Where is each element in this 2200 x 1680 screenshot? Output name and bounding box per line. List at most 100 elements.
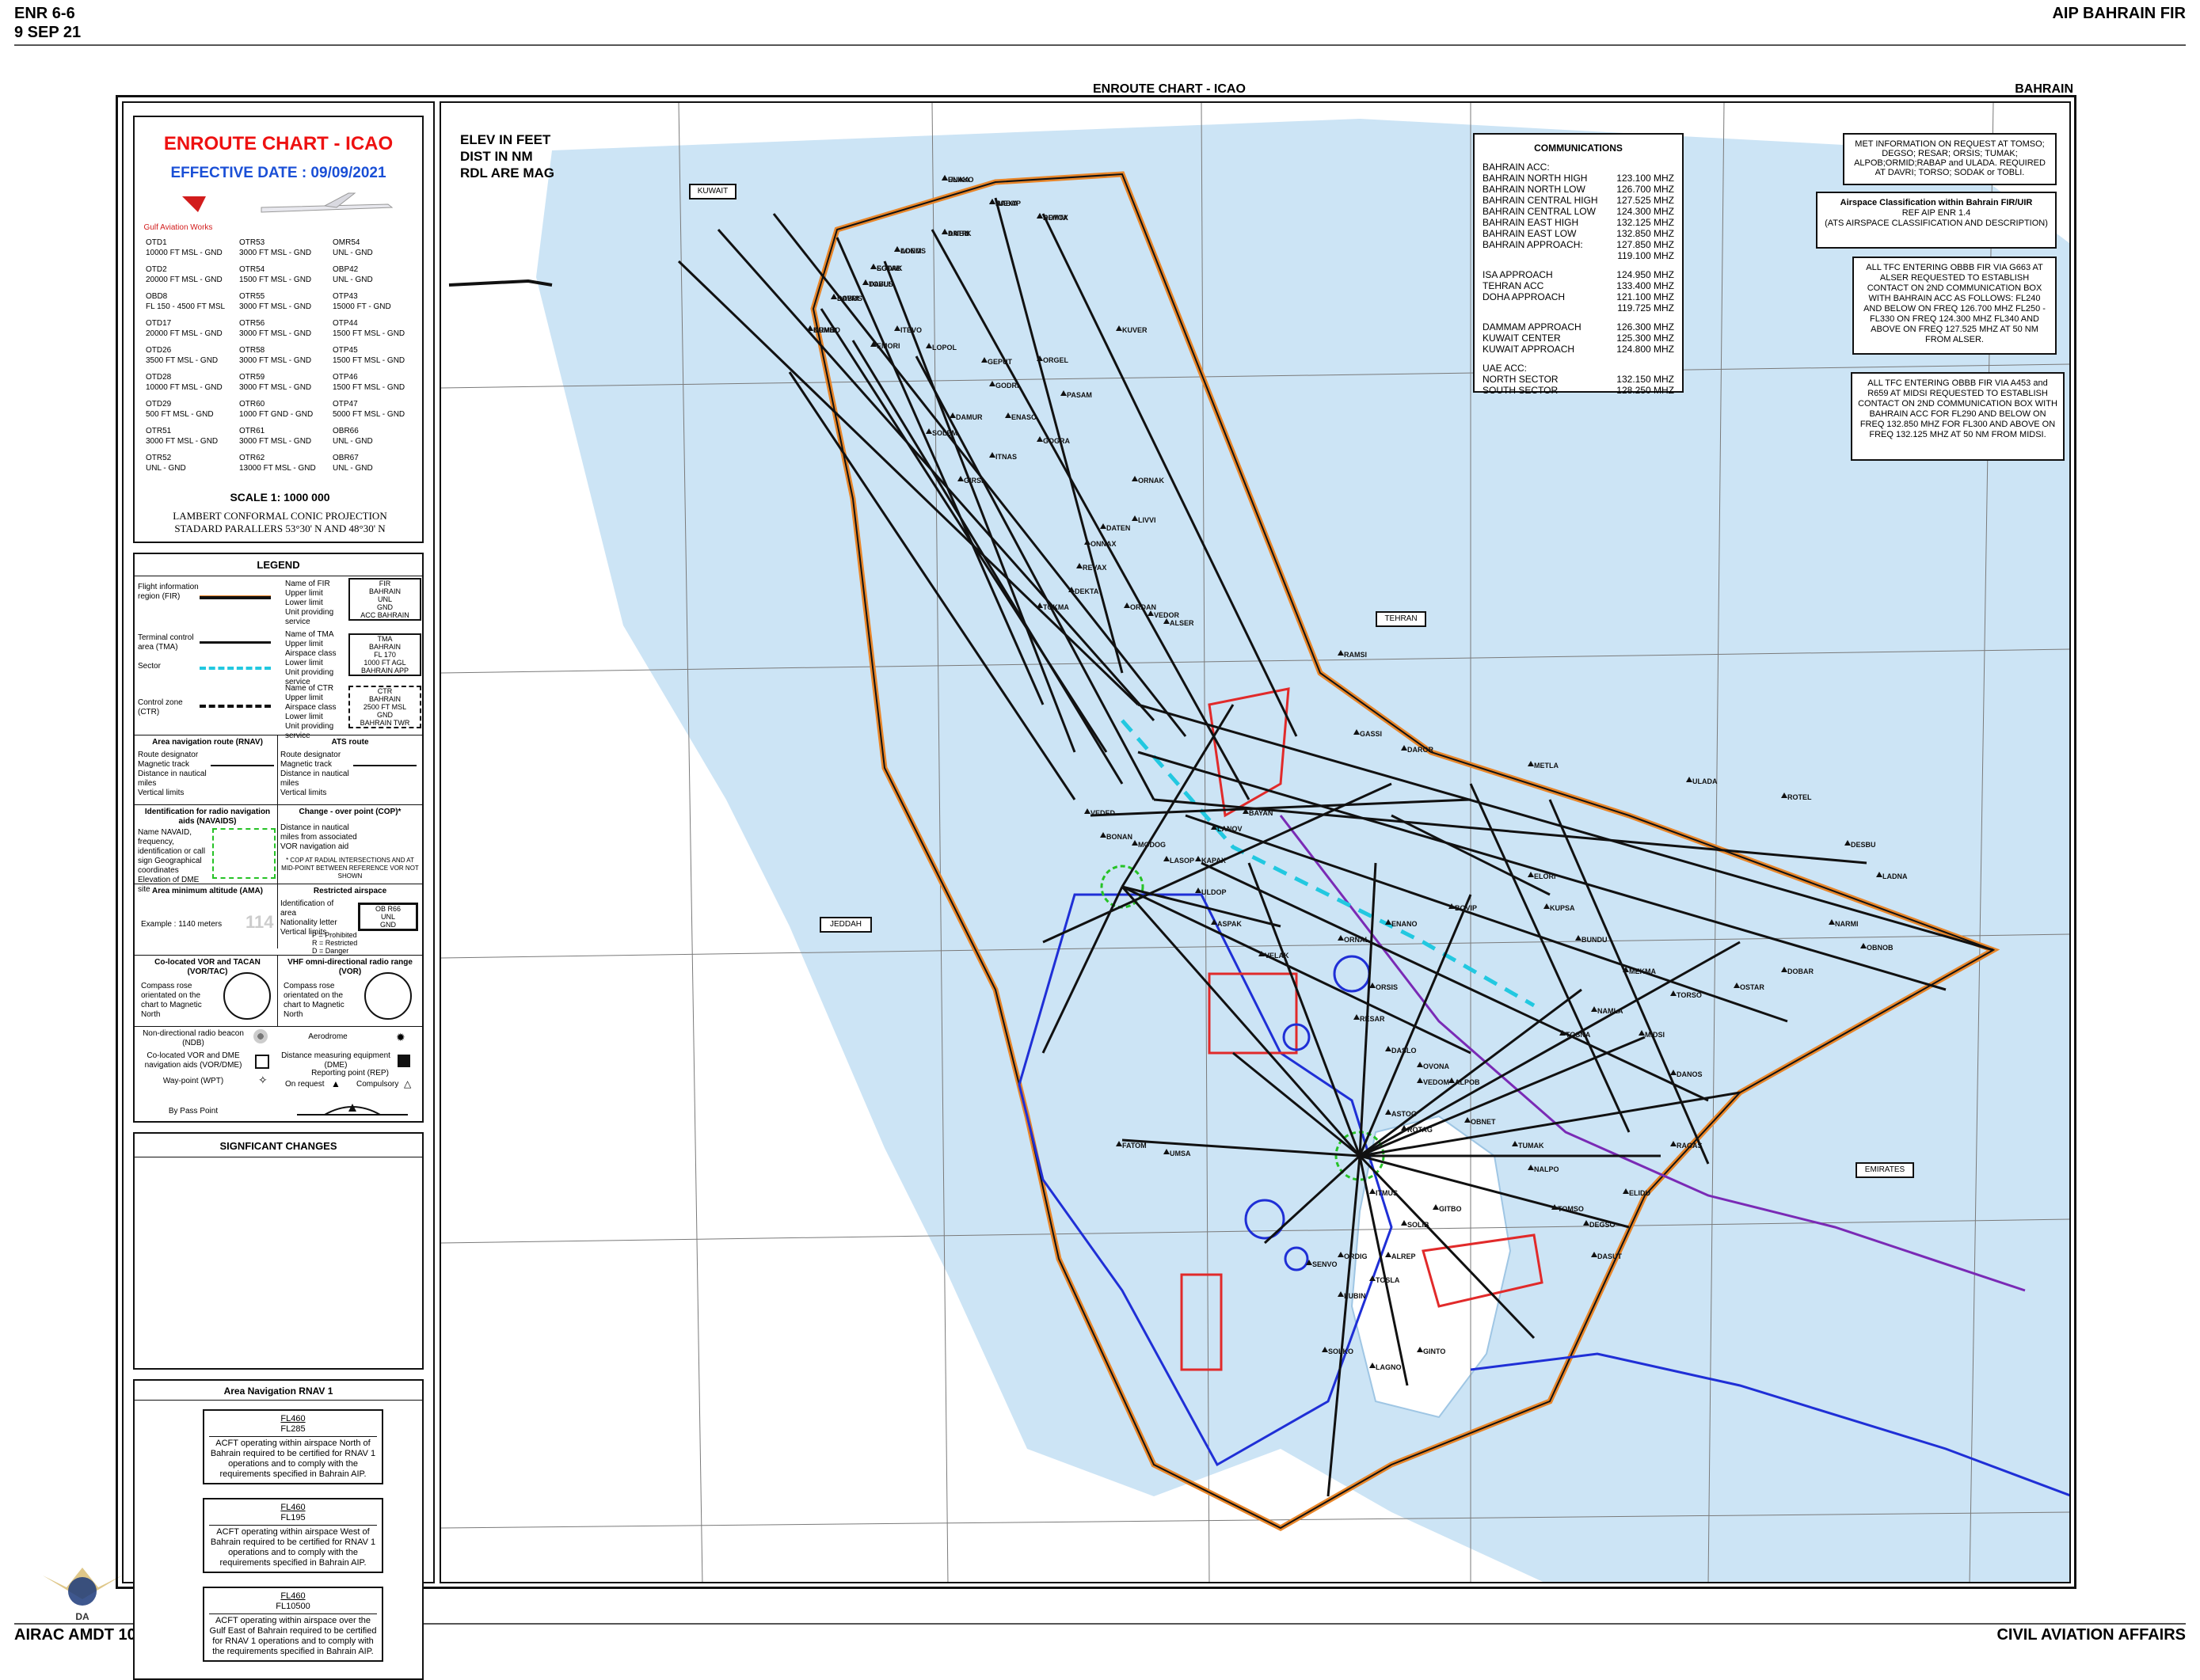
tma-line-icon — [200, 641, 271, 644]
waypoint-label: PASAM — [1067, 391, 1092, 399]
comms-row: BAHRAIN NORTH LOW 126.700 MHZ — [1483, 184, 1674, 195]
restricted-area-id: OTR55 — [239, 292, 265, 301]
waypoint-label: VEDOR — [1154, 611, 1180, 619]
comms-frequency: 127.850 MHZ — [1616, 239, 1674, 250]
legend-ama: Area minimum altitude (AMA) — [151, 887, 263, 895]
legend-ctr-sample: CTR BAHRAIN 2500 FT MSL GND BAHRAIN TWR — [348, 686, 421, 728]
dme-icon — [398, 1055, 410, 1067]
waypoint-label: NALPO — [1534, 1165, 1559, 1173]
comms-unit: BAHRAIN NORTH HIGH — [1483, 173, 1588, 184]
enroute-map[interactable]: ENAKO RABAP ROTOX AMBIK LONOS EGTAB DAVUS SOBUS… — [440, 101, 2071, 1583]
restricted-area-id: OTP47 — [333, 400, 358, 409]
waypoint-label: GASSI — [1360, 730, 1382, 738]
legend-ctr-desc: Name of CTR Upper limit Airspace class L… — [285, 684, 337, 740]
waypoint-label: ULDOP — [1201, 888, 1227, 896]
on-request-triangle-icon: ▲ — [331, 1078, 341, 1089]
restricted-area-limits: UNL - GND — [146, 464, 186, 473]
waypoint-label: ROTEL — [1787, 793, 1812, 801]
ats-route-line-icon — [353, 765, 417, 766]
tehran-fir-label: TEHRAN — [1376, 611, 1426, 627]
waypoint-label: ENASO — [1011, 413, 1037, 421]
comms-row: BAHRAIN EAST LOW 132.850 MHZ — [1483, 228, 1674, 239]
comms-row: 119.725 MHZ — [1483, 302, 1674, 314]
legend-tma-label: Terminal control area (TMA) — [138, 633, 194, 652]
legend-ats-desc: Route designator Magnetic track Distance… — [280, 751, 349, 797]
comms-group-name: BAHRAIN ACC: — [1483, 162, 1550, 173]
restricted-area-id: OTD1 — [146, 238, 167, 247]
comms-unit: TEHRAN ACC — [1483, 280, 1544, 291]
significant-changes-title: SIGNFICANT CHANGES — [135, 1140, 422, 1157]
restricted-area-entry: OTR56 3000 FT MSL - GND — [239, 318, 333, 339]
waypoint-label: MODOG — [1138, 841, 1166, 849]
ndb-icon — [253, 1029, 268, 1043]
waypoint-label: ULIKA — [948, 176, 970, 184]
waypoint-label: FATOM — [1122, 1142, 1147, 1150]
waypoint-label: ALREP — [1391, 1252, 1416, 1260]
waypoint-label: ULADA — [1692, 777, 1718, 785]
comms-row: DAMMAM APPROACH 126.300 MHZ — [1483, 321, 1674, 333]
fir-line-icon — [200, 595, 271, 599]
page-date: 9 SEP 21 — [14, 24, 82, 41]
elev-note-line-1: ELEV IN FEET — [460, 132, 551, 147]
restricted-area-limits: 10000 FT MSL - GND — [146, 383, 223, 392]
legend-sector-label: Sector — [138, 662, 161, 671]
restricted-area-entry: OTP47 5000 FT MSL - GND — [333, 399, 426, 420]
elevation-note: ELEV IN FEET DIST IN NM RDL ARE MAG — [460, 131, 554, 181]
restricted-area-entry: OTR60 1000 FT GND - GND — [239, 399, 333, 420]
waypoint-label: GODRI — [995, 382, 1019, 390]
map-region-label: BAHRAIN — [2015, 82, 2073, 96]
waypoint-label: RAGAS — [1677, 1142, 1703, 1150]
restricted-area-id: OTR59 — [239, 373, 265, 382]
airspace-class-ref: REF AIP ENR 1.4 — [1901, 208, 1971, 218]
waypoint-label: TOSNA — [1566, 1031, 1591, 1039]
waypoint-label: ITMUS — [1376, 1189, 1398, 1197]
waypoint-label: ORNAL — [1344, 936, 1369, 944]
legend-restricted: Restricted airspace — [313, 887, 387, 895]
rnav-route-line-icon — [211, 765, 274, 766]
aerodrome-icon: ✹ — [396, 1031, 405, 1043]
waypoint-label: LASOP — [1170, 857, 1194, 865]
comms-unit: BAHRAIN EAST HIGH — [1483, 217, 1579, 228]
legend-cop: Change - over point (COP)* — [299, 808, 402, 816]
chart-scale: SCALE 1: 1000 000 — [230, 491, 330, 504]
waypoint-label: ENANO — [1391, 920, 1418, 928]
tfc-midsi-box: ALL TFC ENTERING OBBB FIR VIA A453 and R… — [1851, 372, 2065, 461]
restricted-area-entry: OTD29 500 FT MSL - GND — [146, 399, 239, 420]
restricted-area-limits: 20000 FT MSL - GND — [146, 276, 223, 284]
legend-vor-rose: Compass rose orientated on the chart to … — [284, 982, 344, 1019]
waypoint-label: TOKMA — [1043, 603, 1069, 611]
comms-frequency: 126.700 MHZ — [1616, 184, 1674, 195]
comms-row: BAHRAIN CENTRAL LOW 124.300 MHZ — [1483, 206, 1674, 217]
legend-aerodrome: Aerodrome — [308, 1032, 348, 1041]
waypoint-label: SODAK — [877, 264, 903, 272]
legend-dme: Distance measuring equipment (DME) — [281, 1051, 390, 1070]
met-information-box: MET INFORMATION ON REQUEST AT TOMSO; DEG… — [1843, 133, 2057, 185]
header-rule — [14, 44, 2186, 46]
waypoint-label: METLA — [1534, 762, 1559, 770]
legend-vordme: Co-located VOR and DME navigation aids (… — [144, 1051, 242, 1070]
map-canvas[interactable]: ENAKORABAPROTOXAMBIKLONOSEGTABDAVUSSOBUS… — [441, 103, 2071, 1583]
waypoint-label: UMSA — [1170, 1150, 1191, 1157]
waypoint-label: MIDSI — [1645, 1031, 1665, 1039]
waypoint-label: TOBLI — [869, 280, 890, 288]
comms-group-name: UAE ACC: — [1483, 363, 1528, 374]
restricted-area-limits: 1500 FT MSL - GND — [333, 383, 405, 392]
waypoint-label: VEDED — [1090, 809, 1116, 817]
legend-on-request: On request — [285, 1080, 325, 1089]
restricted-area-entry: OTR55 3000 FT MSL - GND — [239, 291, 333, 312]
waypoint-label: RESAR — [1360, 1015, 1385, 1023]
airspace-class-title: Airspace Classification within Bahrain F… — [1840, 198, 2033, 207]
legend-navaid-desc: Name NAVAID, frequency, identification o… — [138, 828, 206, 894]
comms-unit: BAHRAIN CENTRAL HIGH — [1483, 195, 1598, 206]
waypoint-label: BAYAN — [1249, 809, 1273, 817]
restricted-area-limits: 3000 FT MSL - GND — [239, 383, 312, 392]
comms-unit: DAMMAM APPROACH — [1483, 321, 1581, 333]
standard-parallels: STADARD PARALLERS 53°30' N AND 48°30' N — [174, 523, 386, 534]
waypoint-label: DASLO — [1391, 1047, 1417, 1055]
compulsory-triangle-icon: △ — [404, 1078, 412, 1089]
restricted-area-id: OTD2 — [146, 265, 167, 274]
legend-wpt: Way-point (WPT) — [162, 1077, 224, 1085]
restricted-area-id: OTR51 — [146, 427, 172, 435]
restricted-area-limits: UNL - GND — [333, 464, 373, 473]
restricted-area-id: OTR53 — [239, 238, 265, 247]
